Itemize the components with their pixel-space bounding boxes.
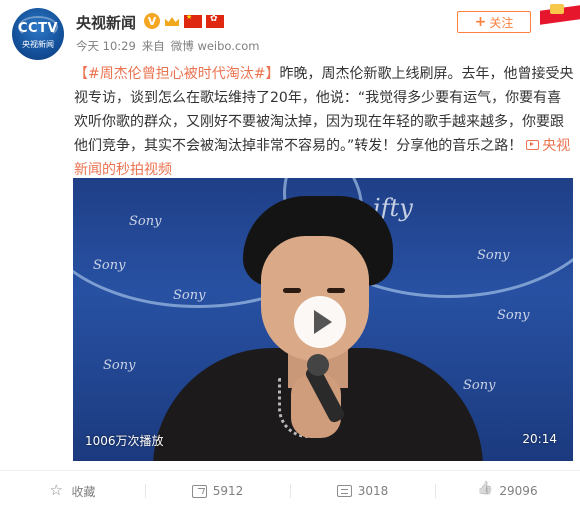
hashtag-link[interactable]: 【#周杰伦曾担心被时代淘汰#】 <box>74 66 279 82</box>
crown-icon[interactable] <box>164 14 180 28</box>
video-duration: 20:14 <box>522 432 557 446</box>
backdrop-logo-text: Sony <box>463 378 496 393</box>
china-flag-icon <box>184 13 202 28</box>
backdrop-logo-text: Sony <box>129 214 162 229</box>
play-button-icon[interactable] <box>294 296 346 348</box>
comment-count: 3018 <box>357 484 389 498</box>
backdrop-logo-text: Sony <box>497 308 530 323</box>
avatar-subtitle: 央视新闻 <box>22 40 54 49</box>
video-player[interactable]: Sony ifty Sony Sony Sony Sony Sony Sony … <box>73 178 573 461</box>
action-bar: 收藏 5912 3018 29096 <box>0 476 580 506</box>
plus-icon: + <box>474 14 487 30</box>
backdrop-logo-text: Sony <box>103 358 136 373</box>
backdrop-logo-text: Sony <box>477 248 510 263</box>
action-bar-divider <box>0 470 580 471</box>
share-icon <box>191 484 207 498</box>
account-name[interactable]: 央视新闻 <box>76 12 136 33</box>
share-button[interactable]: 5912 <box>145 476 290 506</box>
backdrop-logo-text: Sony <box>173 288 206 303</box>
video-play-count: 1006万次播放 <box>85 434 164 448</box>
cctv-logo-text: CCTV <box>17 21 58 36</box>
comment-icon <box>336 485 352 497</box>
follow-label: 关注 <box>489 15 514 30</box>
thumbs-up-icon <box>477 483 493 499</box>
post-meta: 今天 10:29 来自 微博 weibo.com <box>76 38 259 54</box>
microphone-head <box>307 354 329 376</box>
hongkong-flag-icon <box>206 14 224 28</box>
comment-button[interactable]: 3018 <box>290 476 435 506</box>
account-avatar[interactable]: CCTV 央视新闻 <box>12 8 64 60</box>
share-count: 5912 <box>212 484 244 498</box>
star-icon <box>49 481 65 499</box>
weibo-post-card: CCTV 央视新闻 央视新闻 V 今天 10:29 来自 微博 weibo.co… <box>0 0 580 509</box>
post-text: 【#周杰伦曾担心被时代淘汰#】昨晚，周杰伦新歌上线刷屏。去年，他曾接受央视专访，… <box>74 62 574 182</box>
source-prefix: 来自 <box>141 39 165 53</box>
like-count: 29096 <box>499 484 538 498</box>
backdrop-logo-text: Sony <box>93 258 126 273</box>
video-link-icon <box>526 140 540 150</box>
account-badges: V <box>144 12 224 30</box>
favorite-button[interactable]: 收藏 <box>0 476 145 506</box>
favorite-label: 收藏 <box>71 484 96 499</box>
verified-v-icon[interactable]: V <box>144 13 160 29</box>
like-button[interactable]: 29096 <box>435 476 580 506</box>
post-time[interactable]: 今天 10:29 <box>76 38 136 54</box>
post-source[interactable]: 微博 weibo.com <box>171 38 260 54</box>
follow-button[interactable]: + 关注 <box>457 11 531 33</box>
corner-decoration <box>530 2 580 26</box>
